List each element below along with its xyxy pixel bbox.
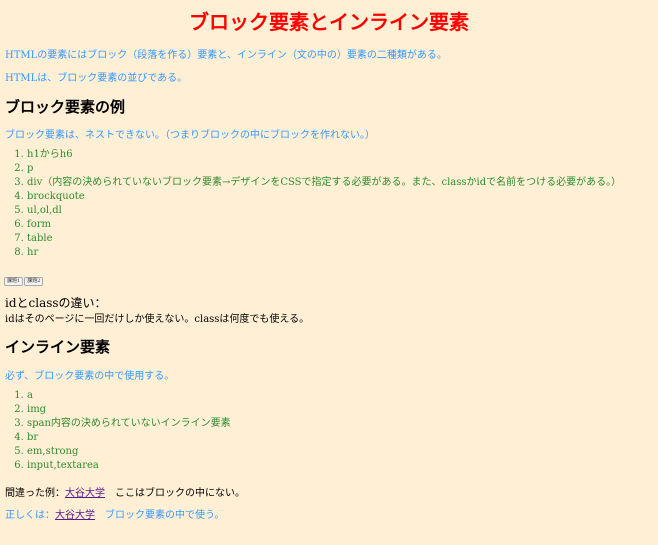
inline-heading: インライン要素: [5, 338, 111, 356]
wrong-label: 間違った例：: [5, 488, 65, 499]
intro-paragraph: HTMLは、ブロック要素の並びである。: [5, 73, 188, 84]
list-item: br: [27, 431, 231, 445]
block-list: h1からh6 p div（内容の決められていないブロック要素→デザインをCSSで…: [5, 148, 621, 260]
list-item: hr: [27, 246, 621, 260]
task2-button[interactable]: 課題2: [24, 277, 44, 286]
page-title: ブロック要素とインライン要素: [189, 10, 469, 34]
wrong-note: ここはブロックの中にない。: [105, 488, 245, 499]
right-note: ブロック要素の中で使う。: [95, 510, 225, 521]
inline-list: a img span内容の決められていないインライン要素 br em,stron…: [5, 389, 231, 473]
list-item: p: [27, 162, 621, 176]
list-item: input,textarea: [27, 459, 231, 473]
inline-note: 必ず、ブロック要素の中で使用する。: [5, 371, 175, 382]
right-example: 正しくは：大谷大学 ブロック要素の中で使う。: [5, 506, 224, 521]
list-item: em,strong: [27, 445, 231, 459]
idclass-text: idはそのページに一回だけしか使えない。classは何度でも使える。: [5, 314, 310, 325]
intro-paragraph: HTMLの要素にはブロック（段落を作る）要素と、インライン（文の中の）要素の二種…: [5, 50, 447, 61]
task1-button[interactable]: 課題1: [4, 277, 24, 286]
right-label: 正しくは：: [5, 510, 55, 521]
list-item: ul,ol,dl: [27, 204, 621, 218]
list-item: img: [27, 403, 231, 417]
list-item: form: [27, 218, 621, 232]
list-item: span内容の決められていないインライン要素: [27, 417, 231, 431]
idclass-heading: idとclassの違い：: [5, 296, 107, 310]
list-item: table: [27, 232, 621, 246]
otani-link[interactable]: 大谷大学: [55, 510, 95, 521]
list-item: brockquote: [27, 190, 621, 204]
wrong-example: 間違った例：大谷大学 ここはブロックの中にない。: [5, 484, 245, 499]
list-item: div（内容の決められていないブロック要素→デザインをCSSで指定する必要がある…: [27, 176, 621, 190]
otani-link[interactable]: 大谷大学: [65, 488, 105, 499]
list-item: h1からh6: [27, 148, 621, 162]
block-heading: ブロック要素の例: [5, 98, 126, 116]
list-item: a: [27, 389, 231, 403]
block-note: ブロック要素は、ネストできない。（つまりブロックの中にブロックを作れない。）: [5, 130, 375, 141]
